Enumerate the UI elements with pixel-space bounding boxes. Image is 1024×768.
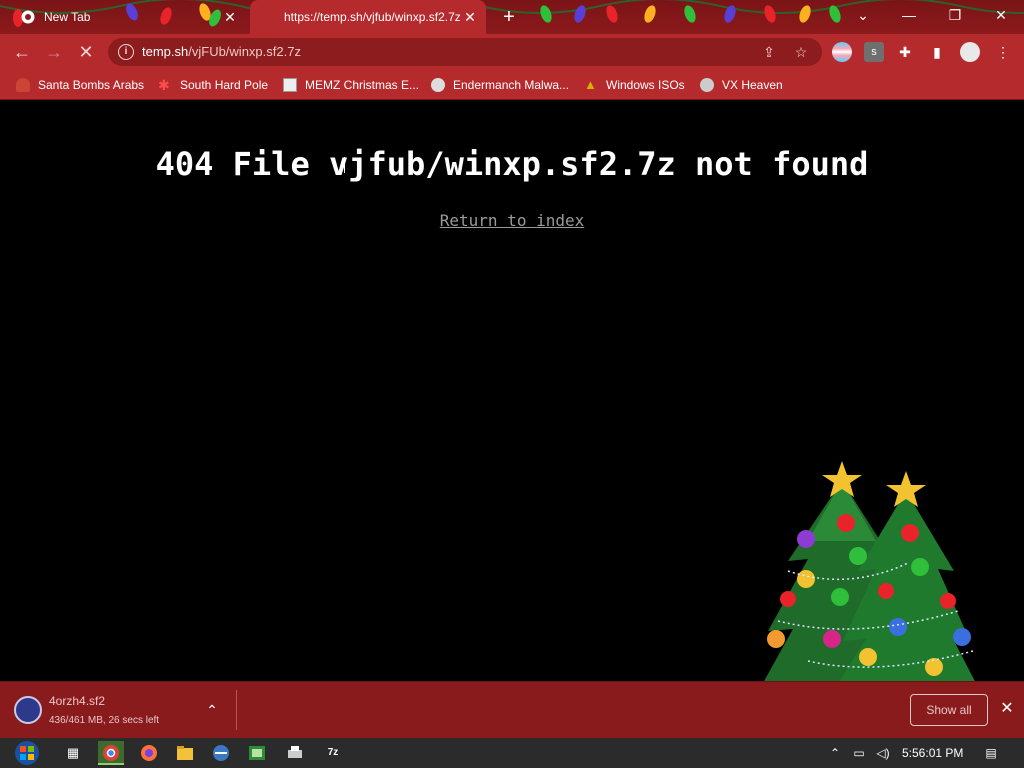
bookmark-label: VX Heaven — [722, 78, 783, 92]
site-info-icon[interactable]: i — [118, 44, 134, 60]
tab-temp-sh[interactable]: https://temp.sh/vjfub/winxp.sf2.7z ✕ — [250, 0, 486, 34]
bookmark-label: MEMZ Christmas E... — [305, 78, 420, 92]
bookmark-santa-bombs-arabs[interactable]: Santa Bombs Arabs — [16, 76, 144, 94]
snowflake-icon: ✱ — [158, 77, 170, 93]
menu-kebab-icon[interactable]: ⋮ — [994, 43, 1012, 61]
tab-new-tab[interactable]: New Tab ✕ — [10, 0, 246, 34]
url-text: temp.sh/vjFUb/winxp.sf2.7z — [142, 44, 301, 59]
tab-strip: New Tab ✕ https://temp.sh/vjfub/winxp.sf… — [0, 0, 1024, 34]
bookmarks-bar: Santa Bombs Arabs ✱ South Hard Pole MEMZ… — [0, 70, 1024, 100]
tab-title: New Tab — [44, 10, 91, 24]
tab-title: https://temp.sh/vjfub/winxp.sf2.7z — [284, 10, 460, 24]
url-host: temp.sh — [142, 44, 189, 59]
clock[interactable]: 5:56:01 PM — [902, 746, 963, 760]
shelf-divider — [236, 690, 237, 730]
tab-close-icon[interactable]: ✕ — [220, 7, 240, 27]
page-icon — [283, 78, 297, 92]
wolf-icon — [431, 78, 445, 92]
close-shelf-icon[interactable]: ✕ — [996, 698, 1018, 720]
download-status: 436/461 MB, 26 secs left — [49, 715, 160, 726]
page-content: 404 File vjfub/winxp.sf2.7z not found Re… — [0, 101, 1024, 701]
side-panel-icon[interactable]: ▮ — [928, 43, 946, 61]
minimize-button[interactable]: — — [886, 0, 932, 30]
app-icon[interactable] — [208, 741, 234, 765]
close-window-button[interactable]: ✕ — [978, 0, 1024, 30]
bookmark-label: South Hard Pole — [180, 78, 269, 92]
return-to-index-link[interactable]: Return to index — [0, 211, 1024, 230]
error-heading: 404 File vjfub/winxp.sf2.7z not found — [155, 145, 869, 183]
bookmark-endermanch-malware[interactable]: Endermanch Malwa... — [431, 76, 569, 94]
santa-icon — [16, 78, 30, 92]
loading-icon — [260, 9, 276, 25]
url-path: /vjFUb/winxp.sf2.7z — [188, 44, 301, 59]
show-all-button[interactable]: Show all — [910, 694, 988, 726]
christmas-tree-decoration — [753, 461, 980, 701]
profile-avatar[interactable] — [960, 42, 980, 62]
taskbar: ▦ 7z ⌃ ▭ ◁) 5:56:01 PM ▤ — [0, 738, 1024, 768]
bookmark-label: Endermanch Malwa... — [453, 78, 570, 92]
bookmark-label: Santa Bombs Arabs — [38, 78, 145, 92]
browser-window: New Tab ✕ https://temp.sh/vjfub/winxp.sf… — [0, 0, 1024, 768]
address-bar[interactable]: i temp.sh/vjFUb/winxp.sf2.7z ⇪ ☆ — [108, 38, 822, 66]
notifications-icon[interactable]: ▤ — [982, 744, 1000, 762]
tray-chevron-icon[interactable]: ⌃ — [826, 744, 844, 762]
stop-loading-button[interactable]: ✕ — [72, 38, 100, 66]
download-shelf: 4orzh4.sf2 436/461 MB, 26 secs left ⌃ Sh… — [0, 681, 1024, 738]
chrome-taskbar-icon[interactable] — [98, 741, 124, 765]
bookmark-label: Windows ISOs — [606, 78, 685, 92]
chevron-up-icon[interactable]: ⌃ — [202, 700, 222, 720]
printer-icon[interactable] — [282, 741, 308, 765]
download-file-icon[interactable] — [14, 696, 42, 724]
extensions-puzzle-icon[interactable]: ✚ — [896, 43, 914, 61]
network-icon[interactable]: ▭ — [850, 744, 868, 762]
new-tab-button[interactable]: + — [498, 6, 520, 28]
tab-search-chevron-icon[interactable]: ⌄ — [840, 0, 886, 30]
share-icon[interactable]: ⇪ — [760, 43, 778, 61]
tab-close-icon[interactable]: ✕ — [460, 7, 480, 27]
bookmark-star-icon[interactable]: ☆ — [792, 43, 810, 61]
forward-button[interactable]: → — [40, 38, 68, 66]
ship-icon — [700, 78, 714, 92]
bookmark-south-hard-pole[interactable]: ✱ South Hard Pole — [158, 76, 268, 94]
restore-button[interactable]: ❐ — [932, 0, 978, 30]
green-app-icon[interactable] — [244, 741, 270, 765]
file-explorer-icon[interactable] — [172, 741, 198, 765]
chrome-icon — [20, 9, 36, 25]
firefox-icon[interactable] — [136, 741, 162, 765]
bookmark-windows-isos[interactable]: ▲ Windows ISOs — [584, 76, 685, 94]
back-button[interactable]: ← — [8, 38, 36, 66]
extension-s-icon[interactable]: s — [864, 42, 884, 62]
bookmark-vx-heaven[interactable]: VX Heaven — [700, 76, 783, 94]
start-button[interactable] — [8, 739, 46, 767]
tree-icon: ▲ — [584, 77, 597, 92]
7zip-icon[interactable]: 7z — [320, 741, 346, 765]
toolbar: ← → ✕ i temp.sh/vjFUb/winxp.sf2.7z ⇪ ☆ s… — [0, 34, 1024, 70]
download-filename[interactable]: 4orzh4.sf2 — [49, 694, 105, 708]
volume-icon[interactable]: ◁) — [874, 744, 892, 762]
extension-flag-icon[interactable] — [832, 42, 852, 62]
task-view-icon[interactable]: ▦ — [60, 741, 86, 765]
bookmark-memz-christmas[interactable]: MEMZ Christmas E... — [283, 76, 419, 94]
text-cursor-icon — [344, 157, 347, 173]
